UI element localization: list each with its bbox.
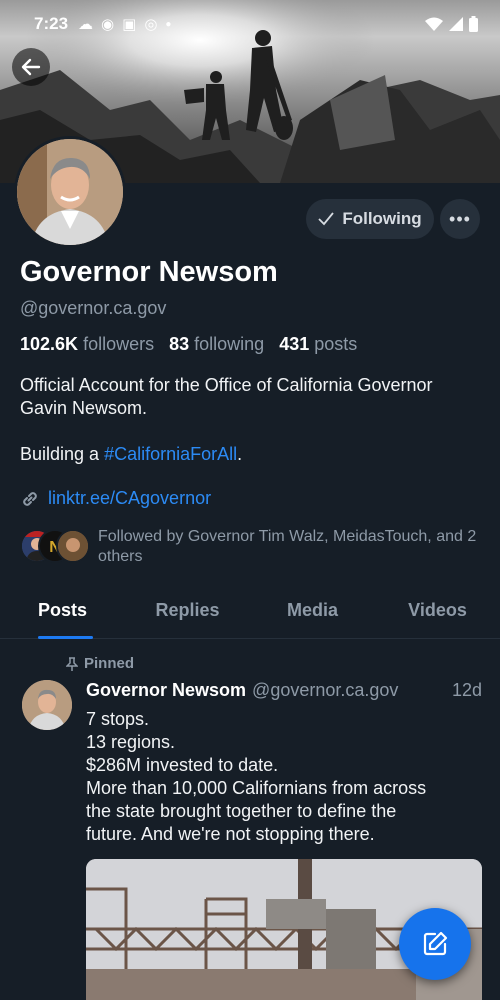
tab-posts[interactable]: Posts	[0, 586, 125, 639]
followed-by-text: Followed by Governor Tim Walz, MeidasTou…	[98, 528, 477, 565]
profile-link[interactable]: linktr.ee/CAgovernor	[20, 488, 211, 509]
followed-by[interactable]: N Followed by Governor Tim Walz, MeidasT…	[20, 527, 480, 567]
post-text-line: 13 regions.	[86, 732, 176, 752]
following-button-label: Following	[342, 209, 422, 228]
following-count: 83	[169, 334, 190, 354]
compose-button[interactable]	[399, 908, 471, 980]
post-text-line: the state brought together to define the	[86, 801, 397, 821]
avatar-image	[17, 139, 123, 245]
status-time: 7:23	[34, 14, 69, 33]
bio-line-1: Official Account for the Office of Calif…	[20, 375, 433, 418]
post-avatar-image	[22, 680, 72, 730]
following-button[interactable]: Following	[306, 199, 434, 239]
dot-icon: ●	[165, 18, 172, 30]
posts-count: 431	[279, 334, 310, 354]
posts-stat: 431 posts	[279, 334, 357, 354]
pinned-label: Pinned	[84, 655, 135, 672]
post-text-line: More than 10,000 Californians from acros…	[86, 778, 427, 798]
profile-handle: @governor.ca.gov	[20, 298, 167, 318]
followers-link[interactable]: 102.6K followers	[20, 334, 154, 354]
post-text-line: $286M invested to date.	[86, 755, 279, 775]
following-link[interactable]: 83 following	[169, 334, 264, 354]
more-options-button[interactable]: •••	[440, 199, 480, 239]
tab-replies[interactable]: Replies	[125, 586, 250, 638]
pinned-indicator: Pinned	[66, 655, 134, 672]
check-circle-icon: ◉	[101, 16, 115, 33]
battery-icon	[469, 16, 478, 32]
tab-media[interactable]: Media	[250, 586, 375, 638]
followed-by-avatars: N	[20, 527, 90, 565]
back-button[interactable]	[12, 48, 50, 86]
link-icon	[23, 491, 37, 506]
app-notification-icon: ▣	[122, 16, 137, 33]
profile-link-text: linktr.ee/CAgovernor	[48, 488, 212, 508]
follower-avatar	[56, 529, 90, 563]
posts-label: posts	[314, 334, 358, 354]
post-text[interactable]: 7 stops. 13 regions. $286M invested to d…	[86, 708, 486, 846]
cloud-icon: ☁	[78, 16, 94, 33]
post-header: Governor Newsom @governor.ca.gov 12d	[86, 680, 482, 701]
profile-tabs: Posts Replies Media Videos	[0, 586, 500, 639]
post-author-name[interactable]: Governor Newsom	[86, 680, 246, 701]
wifi-icon	[425, 17, 443, 31]
pin-icon	[66, 656, 78, 671]
arrow-left-icon	[21, 58, 41, 76]
post-author-avatar[interactable]	[22, 680, 72, 730]
tab-videos[interactable]: Videos	[375, 586, 500, 638]
threads-icon: ◎	[144, 16, 158, 33]
post-author-handle: @governor.ca.gov	[252, 680, 399, 700]
bio-period: .	[237, 444, 243, 464]
post-text-line: 7 stops.	[86, 709, 150, 729]
followers-label: followers	[83, 334, 155, 354]
bio-hashtag[interactable]: #CaliforniaForAll	[104, 444, 237, 464]
ellipsis-icon: •••	[449, 208, 471, 229]
post-timestamp: 12d	[451, 680, 482, 700]
profile-avatar[interactable]	[14, 136, 126, 248]
profile-bio: Official Account for the Office of Calif…	[20, 374, 480, 466]
display-name: Governor Newsom	[20, 256, 278, 288]
bio-text: Building a	[20, 444, 105, 464]
status-bar: 7:23 ☁ ◉ ▣ ◎ ●	[0, 0, 500, 48]
following-label: following	[194, 334, 265, 354]
followers-count: 102.6K	[20, 334, 79, 354]
post-text-line: future. And we're not stopping there.	[86, 824, 375, 844]
profile-stats: 102.6K followers 83 following 431 posts	[20, 334, 357, 355]
check-icon	[318, 212, 335, 226]
compose-icon	[423, 931, 448, 956]
signal-icon	[449, 17, 463, 31]
bio-line-2: Building a #CaliforniaForAll.	[20, 443, 480, 466]
